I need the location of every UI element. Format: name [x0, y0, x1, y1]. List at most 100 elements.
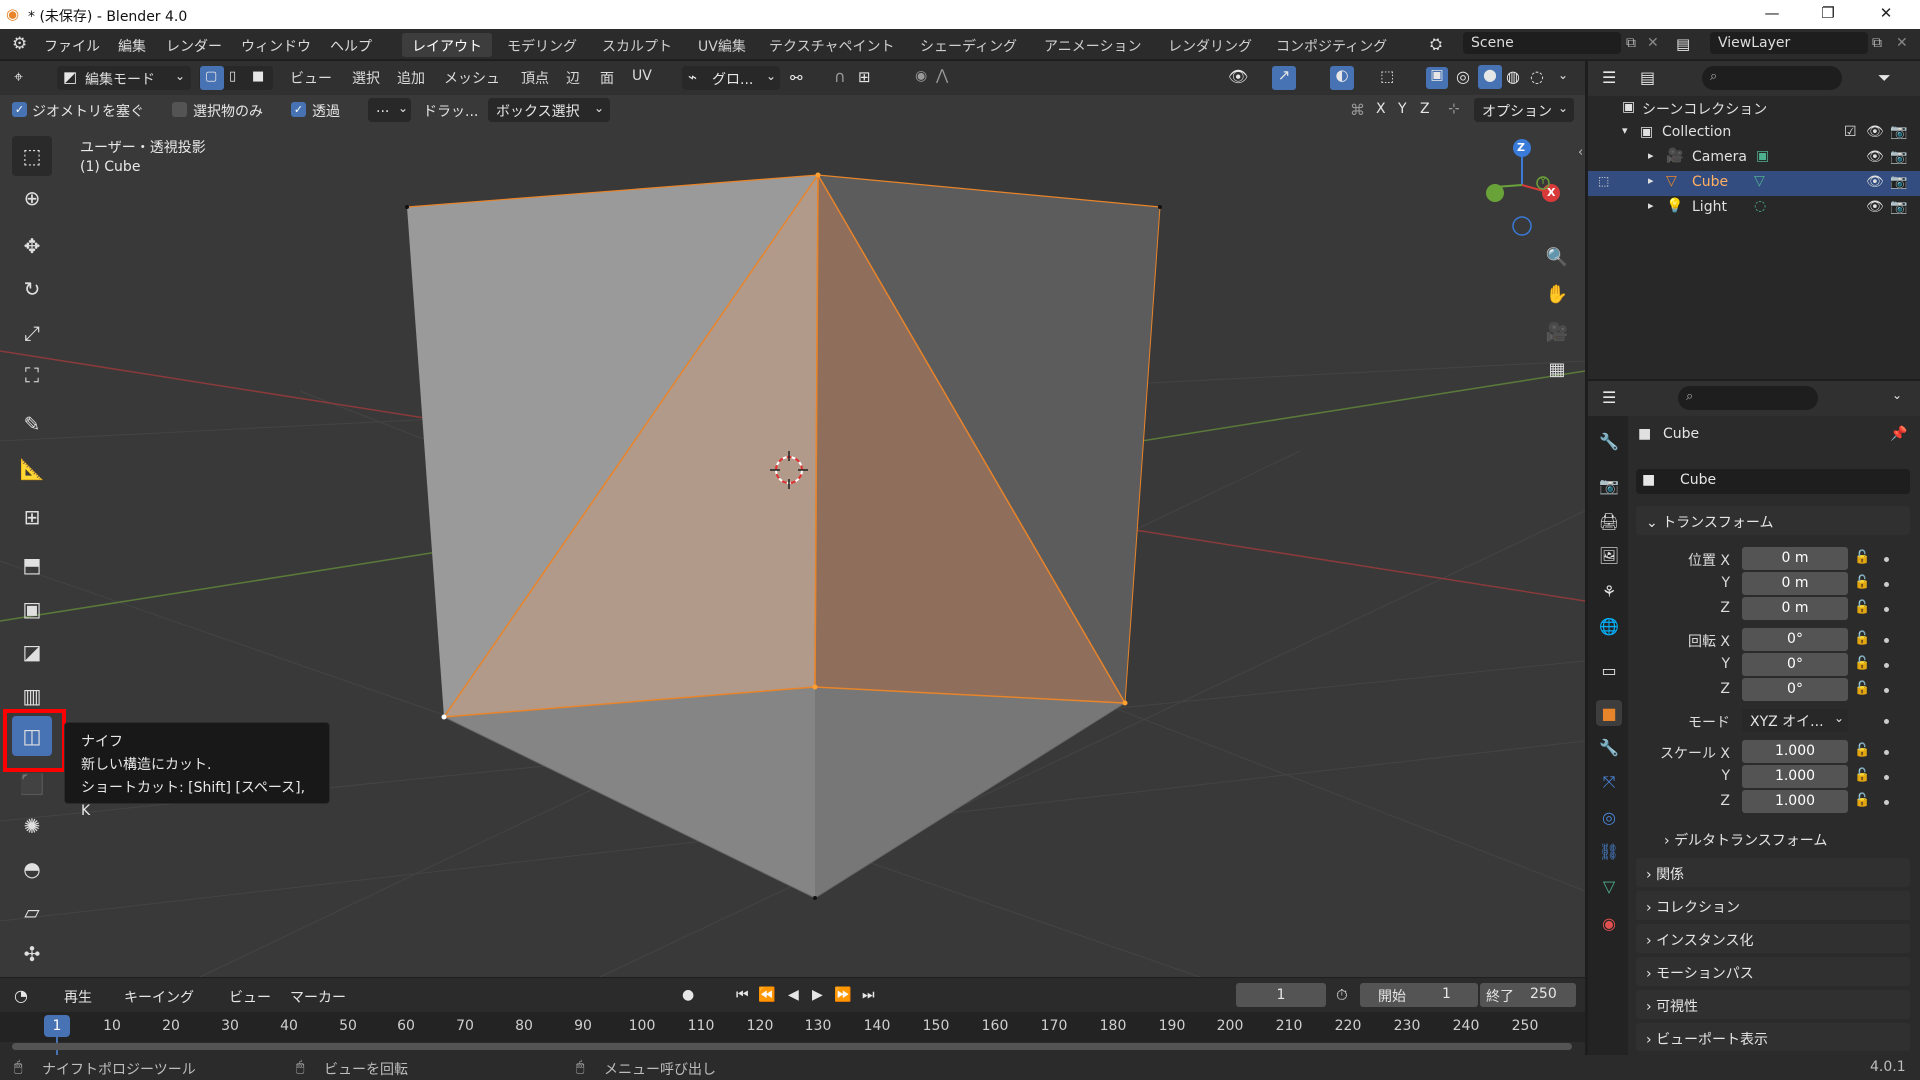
- eye-icon[interactable]: 👁: [1866, 174, 1884, 190]
- tab-layout[interactable]: レイアウト: [402, 33, 492, 57]
- playhead[interactable]: 1: [44, 1015, 70, 1037]
- measure-tool[interactable]: 📐: [12, 449, 52, 489]
- play-reverse-icon[interactable]: ◀: [788, 987, 799, 1003]
- collection-tab-icon[interactable]: ▭: [1596, 657, 1622, 683]
- material-tab-icon[interactable]: ◉: [1596, 910, 1622, 936]
- menu-file[interactable]: ファイル: [44, 36, 100, 56]
- move-tool[interactable]: ✥: [12, 226, 52, 266]
- view-layer-field[interactable]: ViewLayer: [1710, 32, 1868, 54]
- vertex[interactable]: [813, 896, 817, 900]
- play-icon[interactable]: ▶: [812, 987, 823, 1003]
- menu-edit[interactable]: 編集: [118, 36, 146, 56]
- delete-scene-icon[interactable]: ✕: [1647, 35, 1659, 51]
- expand-chevron-icon[interactable]: ▸: [1648, 199, 1654, 212]
- bevel-tool[interactable]: ◪: [12, 632, 52, 672]
- lock-icon[interactable]: 🔓: [1854, 743, 1870, 758]
- keyframe-dot[interactable]: [1884, 800, 1889, 805]
- tab-shading[interactable]: シェーディング: [910, 33, 1027, 57]
- jump-end-icon[interactable]: ⏭: [862, 987, 875, 1003]
- outliner-scene-collection[interactable]: ▣ シーンコレクション: [1588, 96, 1920, 121]
- lock-icon[interactable]: 🔓: [1854, 550, 1870, 565]
- vertex-selected[interactable]: [812, 684, 818, 690]
- falloff-icon[interactable]: ⋀: [936, 66, 948, 84]
- tab-uv-editing[interactable]: UV編集: [688, 33, 756, 57]
- snap-target-icon[interactable]: ⊞: [858, 68, 871, 86]
- menu-add[interactable]: 追加: [397, 68, 425, 88]
- edit-mode-indicator-icon[interactable]: ⬚: [1598, 174, 1609, 188]
- menu-face[interactable]: 面: [600, 68, 614, 88]
- mode-selector[interactable]: ◩ 編集モード ⌄: [57, 66, 191, 90]
- sidebar-toggle-icon[interactable]: ‹: [1578, 145, 1583, 160]
- object-browse-icon[interactable]: ■: [1642, 472, 1655, 488]
- vertex[interactable]: [405, 205, 409, 209]
- menu-edge[interactable]: 辺: [566, 68, 580, 88]
- vertex[interactable]: [1158, 205, 1162, 209]
- maximize-button[interactable]: ❐: [1808, 4, 1848, 24]
- tab-animation[interactable]: アニメーション: [1034, 33, 1151, 57]
- modifier-tab-icon[interactable]: 🔧: [1596, 734, 1622, 760]
- vertex-selected[interactable]: [1122, 700, 1128, 706]
- lock-icon[interactable]: 🔓: [1854, 681, 1870, 696]
- zoom-icon[interactable]: 🔍: [1539, 239, 1575, 275]
- location-x-field[interactable]: 0 m: [1742, 547, 1848, 570]
- transform-orientation-dropdown[interactable]: ⌁ グロ... ⌄: [682, 66, 780, 90]
- overlay-toggle-icon[interactable]: ◐: [1330, 66, 1354, 90]
- keyframe-dot[interactable]: [1884, 719, 1889, 724]
- menu-timeline-view[interactable]: ビュー: [229, 987, 271, 1007]
- jump-next-keyframe-icon[interactable]: ⏩: [834, 987, 851, 1003]
- vertex-selected[interactable]: [815, 172, 821, 178]
- solid-shading-icon[interactable]: ●: [1478, 65, 1502, 89]
- mirror-y-toggle[interactable]: Y: [1398, 101, 1407, 117]
- delta-transform-subpanel[interactable]: › デルタトランスフォーム: [1656, 826, 1910, 852]
- editor-type-icon[interactable]: ⌖: [14, 67, 23, 87]
- tab-rendering[interactable]: レンダリング: [1158, 33, 1262, 57]
- visibility-panel-header[interactable]: › 可視性: [1636, 990, 1910, 1019]
- preview-range-icon[interactable]: ⏱: [1336, 986, 1348, 1004]
- scale-y-field[interactable]: 1.000: [1742, 765, 1848, 788]
- lock-icon[interactable]: 🔓: [1854, 793, 1870, 808]
- properties-search-input[interactable]: ⌕: [1678, 386, 1818, 410]
- wireframe-shading-icon[interactable]: ◎: [1456, 67, 1470, 86]
- tab-compositing[interactable]: コンポジティング: [1266, 33, 1397, 57]
- lock-icon[interactable]: 🔓: [1854, 575, 1870, 590]
- outliner-editor-type-icon[interactable]: ☰: [1602, 68, 1616, 87]
- xray-checkbox[interactable]: ✓: [291, 102, 306, 117]
- visibility-icon[interactable]: 👁: [1228, 67, 1248, 86]
- lock-icon[interactable]: 🔓: [1854, 656, 1870, 671]
- selected-only-checkbox[interactable]: [172, 102, 187, 117]
- instancing-panel-header[interactable]: › インスタンス化: [1636, 924, 1910, 953]
- exclude-checkbox[interactable]: ☑: [1844, 124, 1857, 140]
- extrude-tool[interactable]: ⬒: [12, 545, 52, 585]
- view-layer-tab-icon[interactable]: 🖼: [1596, 542, 1622, 568]
- render-camera-icon[interactable]: 📷: [1890, 199, 1907, 215]
- menu-keying[interactable]: キーイング: [124, 987, 194, 1007]
- delete-view-layer-icon[interactable]: ✕: [1896, 35, 1908, 51]
- view-layer-icon[interactable]: ▤: [1676, 35, 1690, 53]
- object-tab-icon[interactable]: ■: [1596, 700, 1622, 726]
- auto-merge-icon[interactable]: ⊹: [1448, 101, 1460, 117]
- outliner-item-light[interactable]: ▸ 💡 Light ◌ 👁 📷: [1588, 196, 1920, 221]
- expand-chevron-icon[interactable]: ▾: [1622, 124, 1628, 137]
- tab-sculpt[interactable]: スカルプト: [592, 33, 682, 57]
- inset-tool[interactable]: ▣: [12, 589, 52, 629]
- xray-toggle-icon[interactable]: ▣: [1426, 67, 1448, 89]
- filter-icon[interactable]: ⏷: [1878, 68, 1891, 88]
- jump-prev-keyframe-icon[interactable]: ⏪: [758, 987, 775, 1003]
- tool-tab-icon[interactable]: 🔧: [1596, 428, 1622, 454]
- mesh-overlay-icon[interactable]: ⬚: [1380, 67, 1394, 85]
- mirror-icon[interactable]: ⌘: [1350, 101, 1365, 119]
- scale-x-field[interactable]: 1.000: [1742, 740, 1848, 763]
- object-name-field[interactable]: ■ Cube: [1636, 469, 1910, 494]
- pin-icon[interactable]: 📌: [1890, 426, 1907, 442]
- keyframe-dot[interactable]: [1884, 582, 1889, 587]
- new-scene-icon[interactable]: ⧉: [1626, 35, 1636, 51]
- rotation-y-field[interactable]: 0°: [1742, 653, 1848, 676]
- cube-face-front-left[interactable]: [444, 687, 815, 898]
- outliner-item-cube[interactable]: ⬚ ▸ ▽ Cube ▽ 👁 📷: [1588, 171, 1920, 196]
- render-camera-icon[interactable]: 📷: [1890, 124, 1907, 140]
- tab-modeling[interactable]: モデリング: [497, 33, 587, 57]
- jump-start-icon[interactable]: ⏮: [736, 987, 749, 1003]
- relations-panel-header[interactable]: › 関係: [1636, 858, 1910, 887]
- smooth-tool[interactable]: ◓: [12, 849, 52, 889]
- collections-panel-header[interactable]: › コレクション: [1636, 891, 1910, 920]
